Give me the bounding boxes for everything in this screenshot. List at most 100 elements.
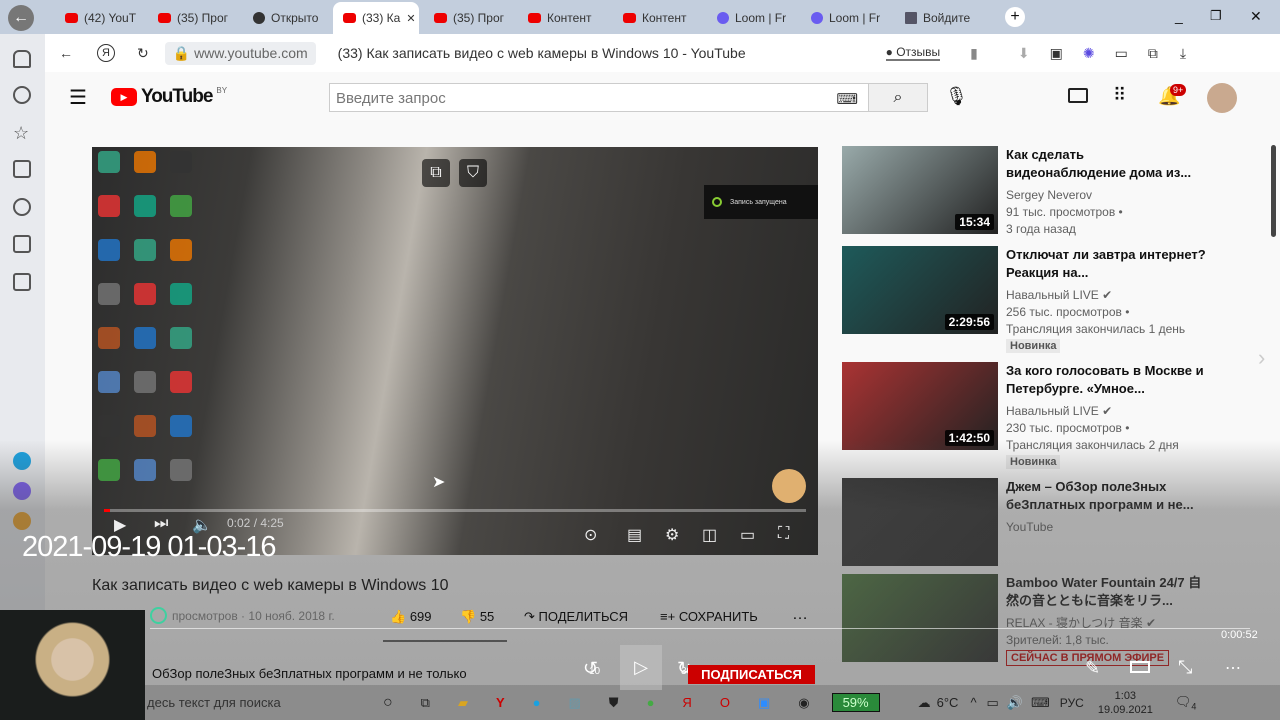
- avatar[interactable]: [1207, 83, 1237, 113]
- pen-icon[interactable]: ✎: [1085, 658, 1100, 679]
- progress-bar[interactable]: [104, 509, 806, 512]
- obs-icon[interactable]: ◉: [798, 695, 809, 711]
- recommendation-channel[interactable]: YouTube: [1006, 519, 1053, 536]
- app-icon[interactable]: ▨: [569, 695, 581, 711]
- close-window-button[interactable]: ✕: [1250, 8, 1262, 25]
- bookmark-icon[interactable]: ▮: [970, 45, 978, 62]
- video-player[interactable]: ⧉ ⛉ Запись запущена ➤ ▶ ⏭ 🔈 0:02 / 4:25 …: [92, 147, 818, 555]
- share-button[interactable]: ↷ ПОДЕЛИТЬСЯ: [524, 609, 628, 625]
- tab[interactable]: Loom | Fr: [801, 4, 891, 32]
- video-thumbnail[interactable]: [842, 574, 998, 662]
- yandex-browser-icon[interactable]: Y: [496, 695, 505, 710]
- recorder-play-button[interactable]: ▷: [620, 645, 662, 690]
- camera-toggle-icon[interactable]: [1130, 661, 1150, 673]
- video-icon[interactable]: [13, 235, 31, 253]
- language-indicator[interactable]: РУС: [1060, 696, 1084, 710]
- screenshot-icon[interactable]: [13, 273, 31, 291]
- bookmark-video-button[interactable]: ⛉: [459, 159, 487, 187]
- taskbar-search[interactable]: десь текст для поиска: [145, 695, 365, 710]
- theater-mode-icon[interactable]: ▭: [740, 525, 755, 545]
- back-icon[interactable]: ←: [59, 45, 73, 61]
- weather-icon[interactable]: ☁: [918, 695, 931, 711]
- search-input[interactable]: Введите запрос ⌨: [329, 83, 869, 112]
- skype-taskbar-icon[interactable]: ●: [533, 695, 541, 710]
- recorder-timeline[interactable]: [150, 628, 1250, 629]
- recommendation-item[interactable]: 2:29:56 Отключат ли завтра интернет? Реак…: [842, 246, 1272, 353]
- miniplayer-button[interactable]: ⧉: [422, 159, 450, 187]
- cortana-icon[interactable]: ○: [383, 694, 393, 712]
- recommendation-title[interactable]: Отключат ли завтра интернет? Реакция на.…: [1006, 246, 1206, 282]
- video-thumbnail[interactable]: 15:34: [842, 146, 998, 234]
- video-thumbnail[interactable]: 1:42:50: [842, 362, 998, 450]
- more-actions-button[interactable]: …: [792, 606, 808, 624]
- create-video-icon[interactable]: [1068, 88, 1088, 103]
- puzzle-icon[interactable]: ⧉: [1148, 45, 1158, 62]
- battery-icon[interactable]: ▭: [987, 695, 999, 711]
- recommendation-channel[interactable]: Навальный LIVE ✔: [1006, 287, 1112, 304]
- recommendation-item[interactable]: 15:34 Как сделать видеонаблюдение дома из…: [842, 146, 1272, 236]
- messenger-icon[interactable]: [13, 482, 31, 500]
- recommendation-item[interactable]: Джем – ОбЗор полеЗных беЗплатных програм…: [842, 478, 1272, 568]
- reload-icon[interactable]: ↻: [137, 45, 149, 62]
- fullscreen-icon[interactable]: ⛶: [778, 525, 789, 543]
- bell-icon[interactable]: [13, 50, 31, 68]
- history-icon[interactable]: [13, 86, 31, 104]
- mail-icon[interactable]: [13, 512, 31, 530]
- url-field[interactable]: 🔒 www.youtube.com: [164, 41, 316, 65]
- like-button[interactable]: 👍 699: [390, 609, 432, 625]
- video-thumbnail[interactable]: 2:29:56: [842, 246, 998, 334]
- yandex-icon[interactable]: Я: [97, 44, 115, 62]
- feedback-button[interactable]: ● Отзывы: [885, 45, 941, 61]
- new-tab-button[interactable]: +: [1005, 7, 1025, 27]
- loom-extension-icon[interactable]: ✺: [1083, 45, 1095, 62]
- subscribe-button[interactable]: ПОДПИСАТЬСЯ: [688, 665, 815, 684]
- shield-icon[interactable]: ⛊: [609, 695, 619, 711]
- video-thumbnail[interactable]: [842, 478, 998, 566]
- tab[interactable]: Loom | Fr: [707, 4, 797, 32]
- download-arrow-icon[interactable]: ⬇: [1018, 45, 1030, 62]
- recommendation-channel[interactable]: RELAX - 寝かしつけ 音楽 ✔: [1006, 615, 1156, 632]
- collections-icon[interactable]: [13, 160, 31, 178]
- volume-tray-icon[interactable]: 🔊: [1007, 695, 1023, 711]
- yandex-icon-taskbar[interactable]: Я: [682, 695, 691, 710]
- recommendation-title[interactable]: Джем – ОбЗор полеЗных беЗплатных програм…: [1006, 478, 1206, 514]
- explorer-icon[interactable]: ▰: [458, 695, 468, 711]
- more-options-icon[interactable]: ⋯: [1225, 658, 1241, 678]
- tab[interactable]: (33) Ка ✕: [333, 2, 419, 34]
- zoom-icon[interactable]: ▣: [758, 695, 770, 711]
- recommendation-title[interactable]: Как сделать видеонаблюдение дома из...: [1006, 146, 1206, 182]
- tab[interactable]: Контент: [518, 4, 608, 32]
- utorrent-icon[interactable]: ●: [647, 695, 655, 710]
- battery-extension-icon[interactable]: ▭: [1115, 45, 1128, 62]
- autoplay-toggle[interactable]: ⊙: [584, 525, 597, 545]
- rewind-button[interactable]: ↺ 10: [583, 658, 600, 679]
- collapse-icon[interactable]: ⤡: [1178, 657, 1192, 678]
- miniplayer-icon[interactable]: ◫: [702, 525, 717, 545]
- star-icon[interactable]: ☆: [13, 123, 31, 143]
- close-tab-icon[interactable]: ✕: [406, 12, 415, 25]
- youtube-logo[interactable]: ▶ YouTube BY: [110, 86, 227, 108]
- action-center-icon[interactable]: 🗨4: [1175, 694, 1197, 712]
- opera-icon[interactable]: O: [720, 695, 730, 710]
- back-profile-icon[interactable]: ←: [8, 5, 34, 31]
- save-button[interactable]: ≡+ СОХРАНИТЬ: [660, 609, 758, 624]
- scrollbar[interactable]: [1271, 145, 1276, 237]
- restore-button[interactable]: ❐: [1210, 8, 1222, 24]
- settings-gear-icon[interactable]: ⚙: [665, 525, 679, 545]
- downloads-icon[interactable]: ⤓: [1180, 45, 1186, 62]
- task-view-icon[interactable]: ⧉: [421, 695, 430, 711]
- recommendation-title[interactable]: Bamboo Water Fountain 24/7 自然の音とともに音楽をリラ…: [1006, 574, 1206, 610]
- recommendation-channel[interactable]: Навальный LIVE ✔: [1006, 403, 1112, 420]
- recommendation-item[interactable]: 1:42:50 За кого голосовать в Москве и Пет…: [842, 362, 1272, 469]
- recommendation-title[interactable]: За кого голосовать в Москве и Петербурге…: [1006, 362, 1206, 398]
- tab[interactable]: (42) YouT: [55, 4, 145, 32]
- subtitles-icon[interactable]: ▤: [627, 525, 642, 545]
- apps-grid-icon[interactable]: ⠿: [1113, 85, 1126, 106]
- menu-icon[interactable]: ☰: [69, 85, 87, 110]
- tab[interactable]: Контент: [613, 4, 703, 32]
- mic-icon[interactable]: 🎙: [945, 86, 968, 107]
- tab[interactable]: (35) Прог: [424, 4, 514, 32]
- search-button[interactable]: ⌕: [868, 83, 928, 112]
- channel-name[interactable]: ОбЗор полеЗных беЗплатных программ и не …: [152, 666, 467, 681]
- minimize-button[interactable]: _: [1175, 8, 1183, 24]
